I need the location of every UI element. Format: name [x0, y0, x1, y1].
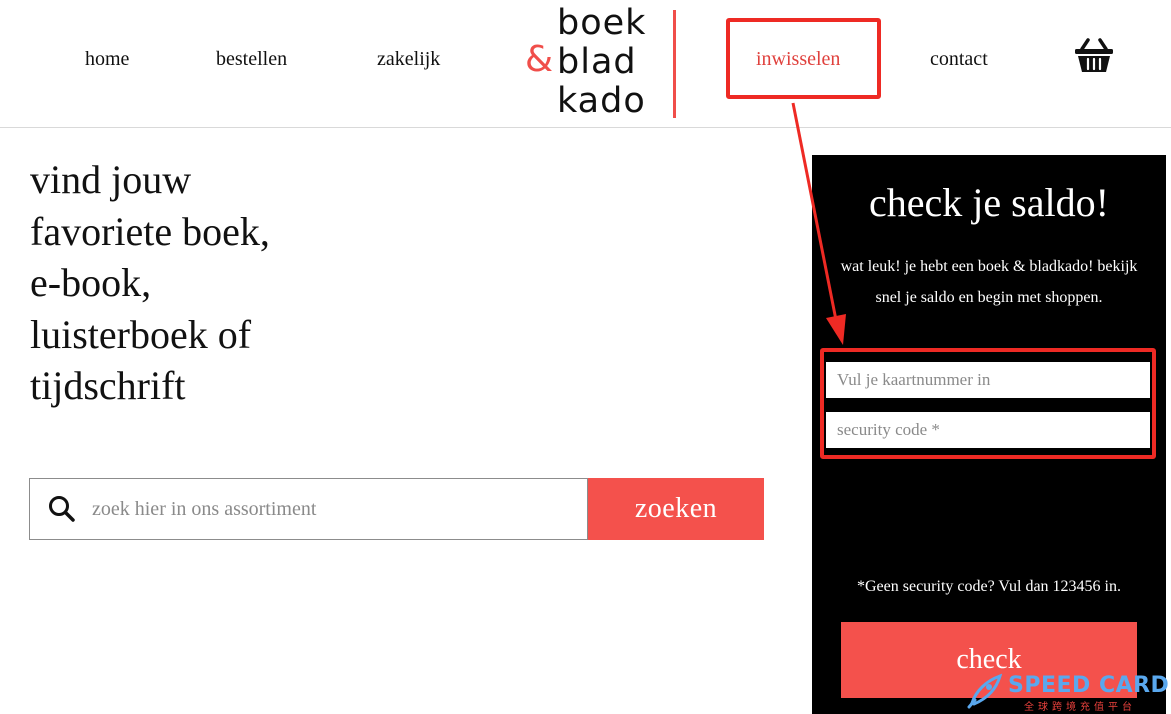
security-code-note: *Geen security code? Vul dan 123456 in.: [856, 578, 1121, 595]
logo-ampersand: &: [525, 39, 554, 80]
card-number-field[interactable]: [826, 362, 1150, 398]
search-button[interactable]: zoeken: [588, 478, 764, 540]
search-input[interactable]: [92, 480, 582, 538]
search-box: [29, 478, 588, 540]
nav-contact[interactable]: contact: [930, 48, 988, 71]
logo-word-kado: kado: [557, 81, 646, 121]
hero-line: luisterboek of: [30, 311, 252, 357]
hero-line: vind jouw: [30, 157, 192, 202]
nav-zakelijk[interactable]: zakelijk: [377, 48, 440, 71]
logo-word-blad: blad: [557, 42, 637, 82]
hero-line: favoriete boek,: [30, 208, 270, 254]
nav-bestellen[interactable]: bestellen: [216, 48, 287, 71]
nav-home[interactable]: home: [85, 48, 129, 71]
check-button[interactable]: check: [841, 622, 1137, 698]
logo-word-boek: boek: [557, 3, 647, 43]
hero-line: tijdschrift: [30, 363, 186, 408]
hero-title: vind jouw favoriete boek, e-book, luiste…: [30, 154, 450, 412]
nav-inwisselen[interactable]: inwisselen: [756, 48, 840, 71]
shopping-basket-icon[interactable]: [1074, 36, 1114, 74]
logo-divider: [673, 10, 676, 118]
security-code-field[interactable]: [826, 412, 1150, 448]
saldo-intro: wat leuk! je hebt een boek & bladkado! b…: [840, 258, 1138, 306]
search-icon: [49, 496, 75, 522]
saldo-title: check je saldo!: [869, 180, 1109, 225]
search-bar: zoeken: [29, 478, 764, 540]
saldo-panel: check je saldo! wat leuk! je hebt een bo…: [812, 155, 1166, 714]
site-logo[interactable]: boek & blad kado: [525, 4, 685, 120]
site-header: home bestellen zakelijk boek & blad kado…: [0, 0, 1171, 128]
hero-line: e-book,: [30, 260, 152, 305]
